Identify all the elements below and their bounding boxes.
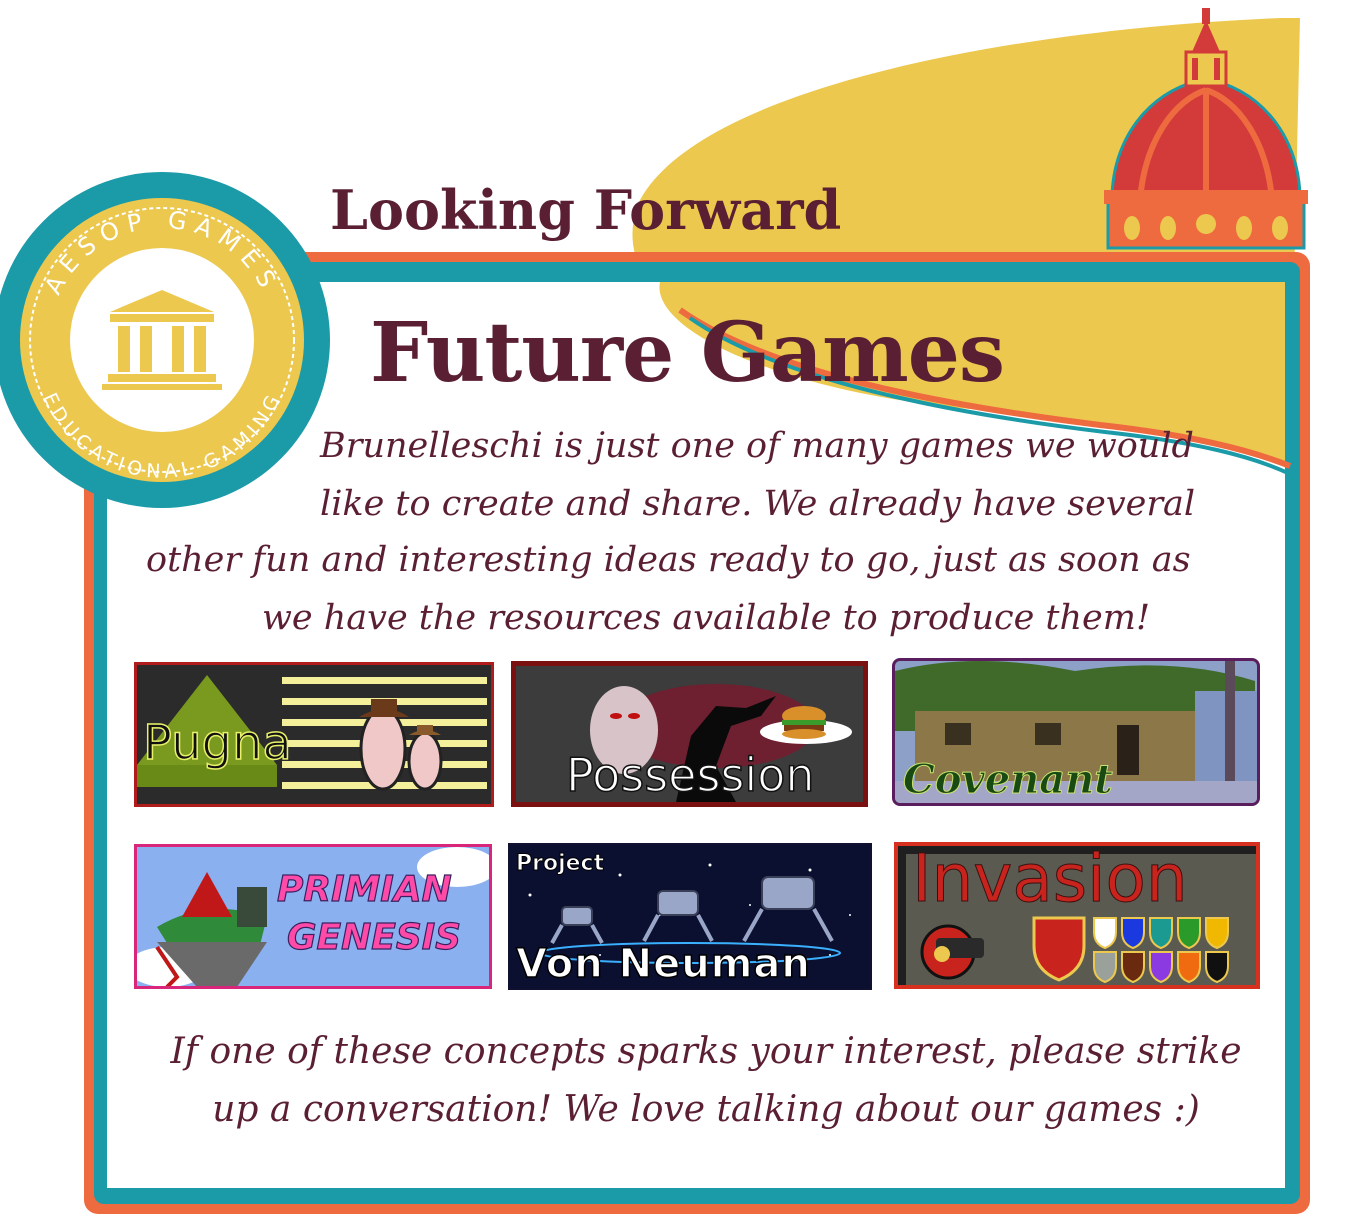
game-title-invasion: Invasion [912,842,1189,918]
intro-line-4: we have the resources available to produ… [261,598,1151,638]
badge-top-text: AESOP GAMES [39,206,285,299]
game-title-project: Project [515,851,605,877]
intro-line-1: Brunelleschi is just one of many games w… [320,426,1194,466]
outro-line-2: up a conversation! We love talking about… [212,1089,1200,1130]
game-title-genesis: GENESIS [286,916,462,958]
intro-line-3: other fun and interesting ideas ready to… [146,540,1191,580]
game-tile-covenant[interactable]: Covenant [892,658,1260,806]
page-title: Future Games [370,305,1005,401]
game-tile-von-neuman[interactable]: Project Von Neuman [508,843,872,990]
game-title-von-neuman: Von Neuman [515,940,811,988]
game-title-covenant: Covenant [903,756,1114,804]
badge-text-layer: AESOP GAMES EDUCATIONAL GAMING [38,206,285,483]
game-title-primian: PRIMIAN [276,868,452,910]
outro-line-1: If one of these concepts sparks your int… [170,1031,1242,1072]
game-tile-invasion[interactable]: Invasion [894,842,1260,989]
game-title-pugna: Pugna [142,714,292,772]
game-tile-pugna[interactable]: Pugna [134,662,494,807]
game-title-possession: Possession [565,747,815,802]
game-tile-possession[interactable]: Possession [511,661,868,807]
game-tile-primian-genesis[interactable]: PRIMIAN GENESIS [134,844,492,989]
badge-bottom-text: EDUCATIONAL GAMING [38,390,285,483]
intro-line-2: like to create and share. We already hav… [320,484,1196,524]
section-title: Looking Forward [330,178,842,242]
